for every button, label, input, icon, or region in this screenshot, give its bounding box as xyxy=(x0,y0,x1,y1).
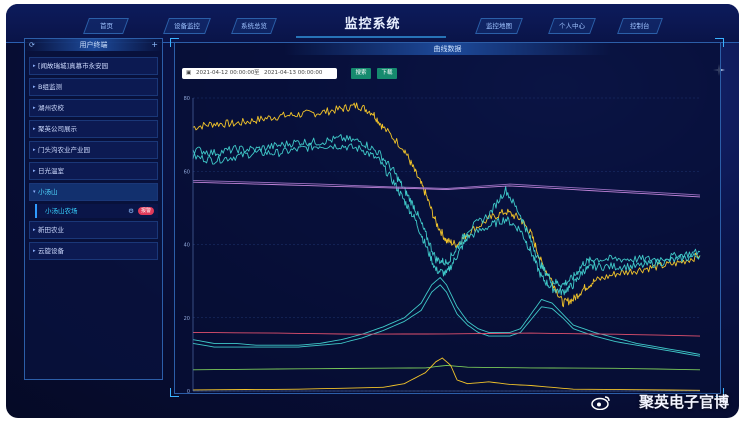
title-underline xyxy=(296,32,446,38)
gear-icon[interactable]: ⚙ xyxy=(128,204,134,218)
sidebar-menu: ▸ [闻故瑞城]真慕市永安园 ▸ B组监测 ▸ 湖州农校 ▸ 聚英公司展示 ▸ 门头沟农业… xyxy=(25,51,162,260)
chevron-right-icon: ▸ xyxy=(33,126,36,132)
line-chart: 02040608000:0006:0012:0018:00 xyxy=(184,96,701,393)
series-line-2 xyxy=(192,134,701,288)
sidebar-item-8[interactable]: ▸ 云旋设备 xyxy=(29,242,158,260)
sidebar-title: 用户终端 xyxy=(79,41,108,49)
sidebar-item-4[interactable]: ▸ 门头沟农业产业园 xyxy=(29,141,158,159)
chevron-right-icon: ▸ xyxy=(33,105,36,111)
alarm-badge: 报警 xyxy=(137,207,154,215)
sidebar-item-3[interactable]: ▸ 聚英公司展示 xyxy=(29,120,158,138)
nav-system-overview[interactable]: 系统总览 xyxy=(231,18,277,34)
app-screen: 监控系统 首页 设备监控 系统总览 监控地图 个人中心 控制台 ⟳ 用户终端 +… xyxy=(6,4,739,418)
series-line-7 xyxy=(192,331,701,337)
panel-corner xyxy=(170,388,179,397)
y-tick-label: 80 xyxy=(184,96,190,102)
chevron-right-icon: ▸ xyxy=(33,168,36,174)
y-tick-label: 20 xyxy=(184,316,190,322)
sidebar-item-5[interactable]: ▸ 日光温室 xyxy=(29,162,158,180)
y-tick-label: 0 xyxy=(187,389,190,393)
panel-corner xyxy=(715,38,724,47)
panel-corner xyxy=(170,38,179,47)
chevron-right-icon: ▸ xyxy=(33,63,36,69)
y-tick-label: 40 xyxy=(184,243,190,249)
sidebar-header: ⟳ 用户终端 + xyxy=(25,39,162,51)
chevron-right-icon: ▸ xyxy=(33,147,36,153)
chevron-right-icon: ▸ xyxy=(33,227,36,233)
chart-panel: 曲线数据 ▣ 2021-04-12 00:00:00 至 2021-04-13 … xyxy=(174,42,721,394)
add-icon[interactable]: + xyxy=(151,39,158,51)
watermark: 聚英电子官博 xyxy=(638,393,729,411)
chevron-right-icon: ▸ xyxy=(33,84,36,90)
series-line-8 xyxy=(192,364,701,371)
chevron-down-icon: ▾ xyxy=(33,189,36,195)
sidebar-item-1[interactable]: ▸ B组监测 xyxy=(29,78,158,96)
chart-series xyxy=(192,102,701,391)
sidebar-item-2[interactable]: ▸ 湖州农校 xyxy=(29,99,158,117)
sidebar-subitem[interactable]: 小汤山农场 ⚙ 报警 xyxy=(35,204,158,218)
nav-personal-center[interactable]: 个人中心 xyxy=(548,18,596,34)
nav-home[interactable]: 首页 xyxy=(83,18,129,34)
y-tick-label: 60 xyxy=(184,169,190,175)
chevron-right-icon: ▸ xyxy=(33,248,36,254)
sidebar-item-6[interactable]: ▾ 小汤山 xyxy=(29,183,158,201)
nav-console[interactable]: 控制台 xyxy=(617,18,663,34)
refresh-icon[interactable]: ⟳ xyxy=(29,39,35,51)
series-line-9 xyxy=(192,357,701,391)
series-line-0 xyxy=(192,102,701,308)
nav-device-monitor[interactable]: 设备监控 xyxy=(163,18,211,34)
sidebar: ⟳ 用户终端 + ▸ [闻故瑞城]真慕市永安园 ▸ B组监测 ▸ 湖州农校 ▸ 聚英公司… xyxy=(24,38,163,380)
series-line-5 xyxy=(192,181,701,198)
sidebar-item-0[interactable]: ▸ [闻故瑞城]真慕市永安园 xyxy=(29,57,158,75)
weibo-icon xyxy=(591,396,610,410)
sidebar-item-7[interactable]: ▸ 新田农业 xyxy=(29,221,158,239)
nav-monitor-map[interactable]: 监控地图 xyxy=(475,18,523,34)
